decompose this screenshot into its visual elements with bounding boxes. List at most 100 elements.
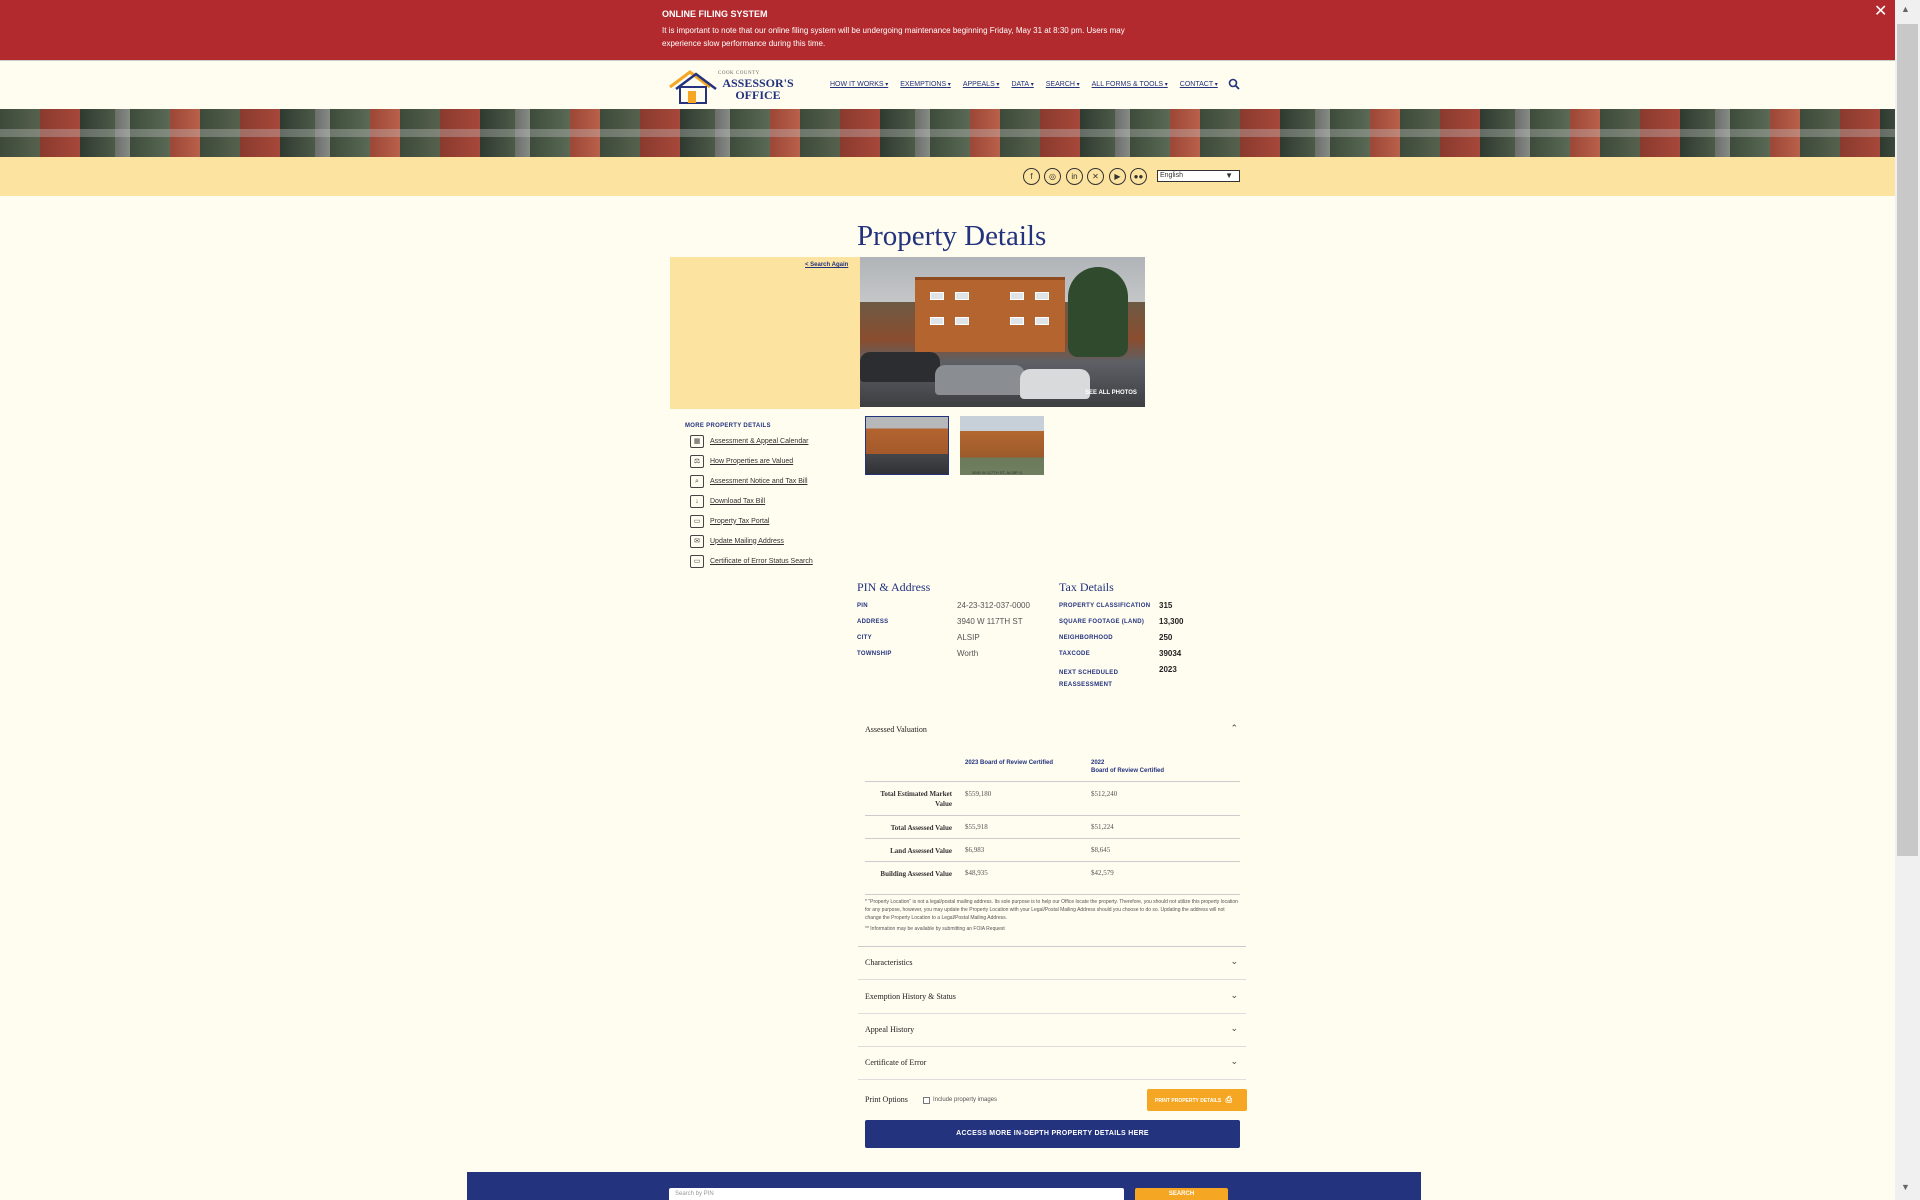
- search-icon[interactable]: [1228, 78, 1240, 90]
- update-mailing-link[interactable]: ✉ Update Mailing Address: [690, 534, 784, 548]
- nav-how-it-works[interactable]: HOW IT WORKS: [830, 81, 888, 88]
- site-header: COOK COUNTY ASSESSOR'S OFFICE HOW IT WOR…: [0, 60, 1895, 109]
- linkedin-icon[interactable]: in: [1066, 168, 1083, 185]
- assessed-valuation-accordion[interactable]: Assessed Valuation ⌃: [858, 713, 1246, 747]
- see-all-photos-link[interactable]: SEE ALL PHOTOS: [1085, 390, 1137, 396]
- row-label-land-assessed: Land Assessed Value: [890, 847, 952, 855]
- table-divider: [865, 838, 1240, 839]
- value-2023-land-assessed: $6,983: [965, 846, 985, 854]
- chevron-up-icon: ⌃: [1230, 723, 1238, 733]
- download-icon: ↓: [690, 494, 704, 508]
- how-valued-link[interactable]: ⚖ How Properties are Valued: [690, 454, 793, 468]
- calendar-link[interactable]: ▦ Assessment & Appeal Calendar: [690, 434, 808, 448]
- x-icon[interactable]: ✕: [1087, 168, 1104, 185]
- include-images-checkbox[interactable]: [923, 1097, 930, 1104]
- nav-exemptions[interactable]: EXEMPTIONS: [900, 81, 951, 88]
- instagram-icon[interactable]: ◎: [1044, 168, 1061, 185]
- link-label: Download Tax Bill: [710, 497, 766, 505]
- main-nav: HOW IT WORKS EXEMPTIONS APPEALS DATA SEA…: [830, 81, 1218, 88]
- scroll-down-icon[interactable]: ▼: [1901, 1182, 1910, 1192]
- township-value: Worth: [957, 649, 979, 658]
- photo-window: [930, 317, 944, 325]
- address-card-icon: ✉: [690, 534, 704, 548]
- pin-label: PIN: [857, 603, 868, 609]
- print-button-label: PRINT PROPERTY DETAILS: [1155, 1098, 1222, 1104]
- reassessment-value: 2023: [1159, 665, 1177, 674]
- classification-label: PROPERTY CLASSIFICATION: [1059, 603, 1151, 609]
- photo-car: [935, 365, 1025, 395]
- row-label-market: Total Estimated Market Value: [880, 790, 952, 808]
- table-divider: [865, 894, 1240, 895]
- link-label: Assessment Notice and Tax Bill: [710, 477, 808, 485]
- chevron-down-icon: ⌄: [1230, 956, 1238, 966]
- chevron-down-icon: ⌄: [1230, 1056, 1238, 1066]
- link-label: Property Tax Portal: [710, 517, 770, 525]
- accordion-label: Appeal History: [865, 1025, 915, 1034]
- alert-title: ONLINE FILING SYSTEM: [662, 9, 768, 19]
- accordion-label: Certificate of Error: [865, 1058, 927, 1067]
- pin-value: 24-23-312-037-0000: [957, 601, 1030, 610]
- nav-appeals[interactable]: APPEALS: [963, 81, 1000, 88]
- township-label: TOWNSHIP: [857, 651, 892, 657]
- main-property-photo[interactable]: [860, 257, 1145, 407]
- print-property-details-button[interactable]: PRINT PROPERTY DETAILS ⎙: [1147, 1089, 1247, 1111]
- access-in-depth-details-button[interactable]: ACCESS MORE IN-DEPTH PROPERTY DETAILS HE…: [865, 1120, 1240, 1148]
- youtube-icon[interactable]: ▶: [1109, 168, 1126, 185]
- photo-car: [1020, 369, 1090, 399]
- value-2022-building-assessed: $42,579: [1091, 869, 1114, 877]
- facebook-icon[interactable]: f: [1023, 168, 1040, 185]
- taxcode-value: 39034: [1159, 649, 1182, 658]
- hero-road: [0, 129, 1895, 137]
- language-select[interactable]: English: [1157, 170, 1240, 182]
- neighborhood-label: NEIGHBORHOOD: [1059, 635, 1113, 641]
- tax-portal-link[interactable]: ▭ Property Tax Portal: [690, 514, 769, 528]
- neighborhood-value: 250: [1159, 633, 1173, 642]
- page-title: Property Details: [857, 220, 1047, 252]
- certificate-of-error-accordion[interactable]: Certificate of Error ⌄: [858, 1046, 1246, 1080]
- link-label: Assessment & Appeal Calendar: [710, 437, 809, 445]
- appeal-history-accordion[interactable]: Appeal History ⌄: [858, 1013, 1246, 1047]
- value-2023-market: $559,180: [965, 790, 992, 798]
- footer-search-button[interactable]: SEARCH: [1135, 1188, 1228, 1200]
- nav-contact[interactable]: CONTACT: [1180, 81, 1218, 88]
- exemption-history-accordion[interactable]: Exemption History & Status ⌄: [858, 980, 1246, 1014]
- value-2022-land-assessed: $8,645: [1091, 846, 1111, 854]
- include-images-label: Include property images: [933, 1097, 998, 1103]
- value-2023-total-assessed: $55,918: [965, 823, 988, 831]
- photo-window: [1010, 317, 1024, 325]
- thumbnail-caption: 3940 W 117TH ST, ALSIP, IL: [972, 470, 1023, 475]
- assessor-logo[interactable]: COOK COUNTY ASSESSOR'S OFFICE: [668, 69, 796, 105]
- social-bar: f ◎ in ✕ ▶ ●● English: [0, 157, 1895, 196]
- accordion-label: Characteristics: [865, 958, 913, 967]
- value-2022-total-assessed: $51,224: [1091, 823, 1114, 831]
- search-again-link[interactable]: < Search Again: [805, 262, 848, 268]
- printer-icon: ⎙: [1225, 1095, 1233, 1104]
- nav-data[interactable]: DATA: [1011, 81, 1033, 88]
- scrollbar-thumb[interactable]: [1897, 24, 1918, 856]
- photo-window: [1010, 292, 1024, 300]
- nav-search[interactable]: SEARCH: [1046, 81, 1080, 88]
- photo-thumbnail[interactable]: [865, 416, 949, 475]
- logo-line2: OFFICE: [735, 88, 781, 102]
- close-icon[interactable]: ✕: [1874, 1, 1887, 21]
- footer-search-input[interactable]: Search by PIN: [669, 1188, 1124, 1200]
- address-value: 3940 W 117TH ST: [957, 617, 1023, 626]
- chevron-down-icon: ⌄: [1230, 1023, 1238, 1033]
- notice-tax-bill-link[interactable]: ⌕ Assessment Notice and Tax Bill: [690, 474, 808, 488]
- row-label-total-assessed: Total Assessed Value: [890, 824, 952, 832]
- city-label: CITY: [857, 635, 872, 641]
- link-label: How Properties are Valued: [710, 457, 794, 465]
- download-tax-bill-link[interactable]: ↓ Download Tax Bill: [690, 494, 765, 508]
- address-label: ADDRESS: [857, 619, 889, 625]
- photo-thumbnail[interactable]: [960, 416, 1044, 475]
- scroll-up-icon[interactable]: ▲: [1901, 4, 1910, 14]
- certificate-error-link[interactable]: ▭ Certificate of Error Status Search: [690, 554, 813, 568]
- alert-message: It is important to note that our online …: [662, 26, 1125, 48]
- table-divider: [865, 815, 1240, 816]
- table-divider: [865, 861, 1240, 862]
- more-details-heading: MORE PROPERTY DETAILS: [685, 423, 771, 429]
- characteristics-accordion[interactable]: Characteristics ⌄: [858, 946, 1246, 980]
- flickr-icon[interactable]: ●●: [1130, 168, 1147, 185]
- value-2023-building-assessed: $48,935: [965, 869, 988, 877]
- nav-all-forms-tools[interactable]: ALL FORMS & TOOLS: [1092, 81, 1168, 88]
